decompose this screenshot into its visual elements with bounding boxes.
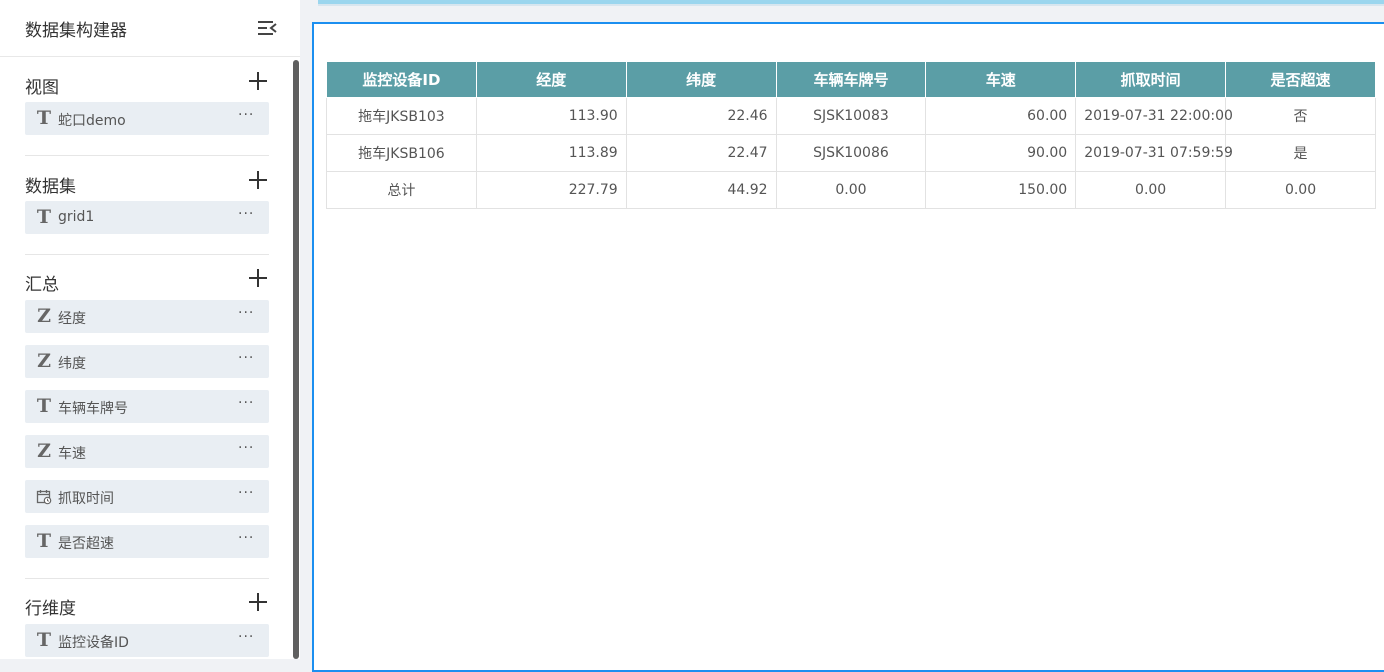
field-label: 抓取时间 [58, 491, 114, 507]
section-title-summary: 汇总 [25, 275, 59, 295]
number-type-icon: Z [37, 305, 51, 327]
table-cell: 22.47 [625, 134, 777, 172]
number-type-icon: Z [37, 350, 51, 372]
table-total-row[interactable]: 总计 227.79 44.92 0.00 150.00 0.00 0.00 [326, 171, 1376, 209]
table-cell: 2019-07-31 22:00:00 [1075, 97, 1233, 135]
column-header[interactable]: 监控设备ID [326, 61, 477, 98]
table-row[interactable]: 拖车JKSB106 113.89 22.47 SJSK10086 90.00 2… [326, 134, 1376, 172]
column-header[interactable]: 纬度 [625, 61, 777, 98]
more-options-icon[interactable]: ··· [238, 440, 254, 456]
more-options-icon[interactable]: ··· [238, 629, 254, 645]
table-row[interactable]: 拖车JKSB103 113.90 22.46 SJSK10083 60.00 2… [326, 97, 1376, 135]
field-item-dataset[interactable]: T grid1 ··· [25, 201, 269, 234]
more-options-icon[interactable]: ··· [238, 530, 254, 546]
sidebar-header: 数据集构建器 [0, 0, 300, 57]
field-label: 车速 [58, 446, 86, 462]
table-cell: SJSK10086 [775, 134, 927, 172]
field-label: 是否超速 [58, 536, 114, 552]
add-summary-button[interactable] [248, 268, 268, 288]
table-cell: 113.90 [475, 97, 627, 135]
add-row-dimension-button[interactable] [248, 592, 268, 612]
divider [25, 578, 269, 579]
table-cell: 0.00 [1075, 171, 1227, 209]
column-header[interactable]: 是否超速 [1225, 61, 1376, 98]
field-item-summary[interactable]: 抓取时间 ··· [25, 480, 269, 513]
table-cell: 0.00 [775, 171, 927, 209]
text-type-icon: T [36, 206, 52, 228]
divider [25, 254, 269, 255]
more-options-icon[interactable]: ··· [238, 107, 254, 123]
table-cell: 227.79 [475, 171, 627, 209]
add-dataset-button[interactable] [248, 170, 268, 190]
table-cell: 150.00 [925, 171, 1077, 209]
add-view-button[interactable] [248, 71, 268, 91]
table-cell: 90.00 [925, 134, 1077, 172]
collapse-left-icon[interactable] [256, 18, 278, 38]
table-cell: 拖车JKSB103 [326, 97, 477, 135]
table-cell: 22.46 [625, 97, 777, 135]
text-type-icon: T [36, 395, 52, 417]
field-item-row-dimension[interactable]: T 监控设备ID ··· [25, 624, 269, 657]
table-cell: 拖车JKSB106 [326, 134, 477, 172]
top-map-strip [318, 0, 1384, 6]
field-item-summary[interactable]: Z 车速 ··· [25, 435, 269, 468]
text-type-icon: T [36, 530, 52, 552]
text-type-icon: T [36, 629, 52, 651]
sidebar-title: 数据集构建器 [25, 21, 127, 41]
field-label: grid1 [58, 209, 95, 225]
section-title-row-dimension: 行维度 [25, 599, 76, 619]
table-cell: 44.92 [625, 171, 777, 209]
more-options-icon[interactable]: ··· [238, 206, 254, 222]
table-cell: 0.00 [1225, 171, 1376, 209]
column-header[interactable]: 车速 [925, 61, 1077, 98]
column-header[interactable]: 经度 [475, 61, 627, 98]
text-type-icon: T [36, 107, 52, 129]
more-options-icon[interactable]: ··· [238, 395, 254, 411]
table-header-row: 监控设备ID 经度 纬度 车辆车牌号 车速 抓取时间 是否超速 [326, 61, 1376, 98]
table-cell: SJSK10083 [775, 97, 927, 135]
column-header[interactable]: 抓取时间 [1075, 61, 1227, 98]
table-cell: 113.89 [475, 134, 627, 172]
calendar-icon [36, 488, 52, 510]
table-cell: 是 [1225, 134, 1376, 172]
field-label: 经度 [58, 311, 86, 327]
more-options-icon[interactable]: ··· [238, 485, 254, 501]
table-cell: 60.00 [925, 97, 1077, 135]
section-title-view: 视图 [25, 78, 59, 98]
more-options-icon[interactable]: ··· [238, 350, 254, 366]
field-item-summary[interactable]: Z 经度 ··· [25, 300, 269, 333]
field-label: 监控设备ID [58, 635, 129, 651]
sidebar-scrollbar[interactable] [293, 60, 299, 659]
field-item-summary[interactable]: Z 纬度 ··· [25, 345, 269, 378]
field-item-summary[interactable]: T 车辆车牌号 ··· [25, 390, 269, 423]
field-label: 纬度 [58, 356, 86, 372]
table-cell: 总计 [326, 171, 477, 209]
field-item-summary[interactable]: T 是否超速 ··· [25, 525, 269, 558]
sidebar: 数据集构建器 视图 T 蛇口demo ··· 数据集 T grid1 ··· 汇… [0, 0, 300, 659]
column-header[interactable]: 车辆车牌号 [775, 61, 927, 98]
field-label: 蛇口demo [58, 113, 126, 129]
table-cell: 2019-07-31 07:59:59 [1075, 134, 1233, 172]
field-item-view[interactable]: T 蛇口demo ··· [25, 102, 269, 135]
more-options-icon[interactable]: ··· [238, 305, 254, 321]
field-label: 车辆车牌号 [58, 401, 128, 417]
data-grid: 监控设备ID 经度 纬度 车辆车牌号 车速 抓取时间 是否超速 拖车JKSB10… [326, 61, 1376, 209]
table-cell: 否 [1225, 97, 1376, 135]
section-title-dataset: 数据集 [25, 177, 76, 197]
number-type-icon: Z [37, 440, 51, 462]
divider [25, 155, 269, 156]
